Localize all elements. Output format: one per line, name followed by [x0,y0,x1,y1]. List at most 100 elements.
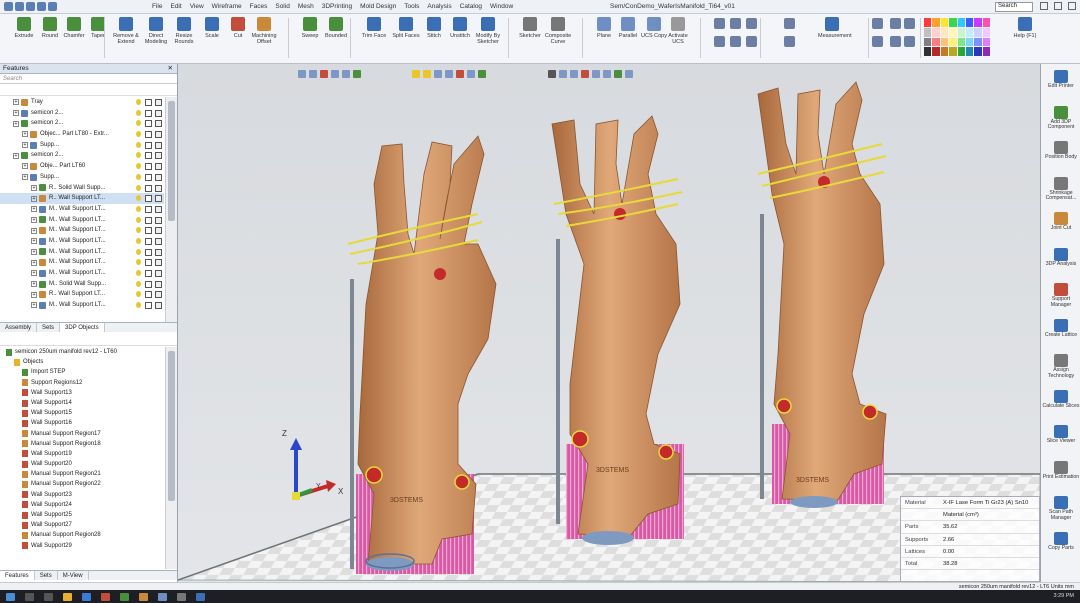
object-row[interactable]: Import STEP [0,367,164,377]
color-swatch[interactable] [924,18,932,27]
feature-row[interactable]: + M.. Wall Support LT... [0,236,164,247]
ribbon-button-activate-ucs[interactable]: Activate UCS [664,17,692,45]
display-checkbox[interactable] [145,302,152,310]
color-swatch[interactable] [965,27,974,37]
visibility-bulb-icon[interactable] [136,152,141,159]
expand-icon[interactable]: + [31,259,37,266]
menu-item-3dprinting[interactable]: 3DPrinting [322,3,352,10]
object-row[interactable]: Manual Support Region22 [0,479,164,489]
color-swatch[interactable] [949,37,957,47]
display-checkbox[interactable] [145,291,152,299]
start-icon[interactable] [6,592,15,601]
tool-icon[interactable] [872,36,883,47]
view-icon[interactable] [331,70,339,78]
object-row[interactable]: Objects [0,357,164,367]
view-icon[interactable] [559,70,567,78]
ribbon-button-trim-face[interactable]: Trim Face [360,17,388,39]
feature-row[interactable]: + M.. Wall Support LT... [0,225,164,236]
menu-item-tools[interactable]: Tools [404,3,419,10]
feature-row[interactable]: + semicon 2... [0,108,164,119]
visibility-bulb-icon[interactable] [136,99,141,105]
view-icon[interactable] [320,70,328,78]
view-icon[interactable] [445,70,453,78]
object-row[interactable]: Wall Support20 [0,459,164,469]
color-swatch[interactable] [949,27,957,37]
view-toolbar-right[interactable] [548,70,633,80]
tool-icon[interactable] [714,36,725,47]
right-tool-add-3dp-component[interactable]: Add 3DP Component [1041,105,1080,132]
right-tool-create-lattice[interactable]: Create Lattice [1041,318,1080,339]
expand-icon[interactable]: + [31,281,37,288]
visibility-bulb-icon[interactable] [136,280,141,287]
menu-item-solid[interactable]: Solid [275,3,289,10]
color-swatch[interactable] [957,18,965,27]
expand-icon[interactable]: + [31,216,37,223]
visibility-bulb-icon[interactable] [136,237,141,244]
feature-row[interactable]: + M.. Wall Support LT... [0,204,164,215]
color-swatch[interactable] [982,47,990,56]
color-swatch[interactable] [949,18,957,27]
visibility-bulb-icon[interactable] [136,216,141,223]
ribbon-button-parallel[interactable]: Parallel [614,17,642,39]
right-tool-shrinkage-compensat[interactable]: Shrinkage Compensat... [1041,176,1080,203]
feature-row[interactable]: + Tray [0,97,164,108]
ribbon-button-extrude[interactable]: Extrude [10,17,38,39]
right-tool-print-estimation[interactable]: Print Estimation [1041,460,1080,481]
object-row[interactable]: Wall Support27 [0,520,164,530]
tool-icon[interactable] [890,18,901,29]
view-icon[interactable] [467,70,475,78]
display-checkbox[interactable] [145,120,152,128]
tab-m-view[interactable]: M-View [58,571,89,580]
color-swatch[interactable] [957,27,965,37]
menu-item-view[interactable]: View [190,3,204,10]
lock-checkbox[interactable] [155,216,162,224]
right-tool-support-manager[interactable]: Support Manager [1041,283,1080,309]
lock-checkbox[interactable] [155,99,162,106]
tab-sets[interactable]: Sets [35,571,58,580]
color-swatch[interactable] [974,47,982,56]
expand-icon[interactable]: + [31,238,37,245]
ribbon-button-taper[interactable]: Taper [84,17,112,39]
view-toolbar-middle[interactable] [412,70,486,80]
feature-row[interactable]: + semicon 2... [0,118,164,129]
visibility-bulb-icon[interactable] [136,184,141,191]
redo-icon[interactable] [48,2,57,11]
lock-checkbox[interactable] [155,109,162,117]
ribbon-button-sketcher[interactable]: Sketcher [516,17,544,39]
visibility-bulb-icon[interactable] [136,120,141,127]
expand-icon[interactable]: + [13,110,19,117]
feature-row[interactable]: + Objec... Part LT80 - Extr... [0,129,164,140]
object-row[interactable]: Wall Support16 [0,418,164,428]
view-icon[interactable] [298,70,306,78]
color-swatch[interactable] [932,27,940,37]
color-swatch[interactable] [924,27,932,37]
color-swatch[interactable] [982,37,990,47]
expand-icon[interactable]: + [31,184,37,191]
app-icon[interactable] [196,592,205,601]
feature-row[interactable]: + M.. Solid Wall Supp... [0,279,164,290]
visibility-bulb-icon[interactable] [136,131,141,138]
ribbon-button-resize-rounds[interactable]: Resize Rounds [170,17,198,45]
display-checkbox[interactable] [145,173,152,181]
right-tool-joint-cut[interactable]: Joint Cut [1041,212,1080,232]
visibility-bulb-icon[interactable] [136,195,141,202]
ribbon-button-composite-curve[interactable]: Composite Curve [544,17,572,45]
expand-icon[interactable]: + [31,227,37,234]
feature-row[interactable]: + R.. Solid Wall Supp... [0,183,164,194]
open-icon[interactable] [15,2,24,11]
ribbon-button-unstitch[interactable]: Unstitch [446,17,474,39]
task-view-icon[interactable] [44,592,53,601]
right-tool-slice-viewer[interactable]: Slice Viewer [1041,425,1080,445]
feature-row[interactable]: + Supp... [0,140,164,151]
tool-icon[interactable] [746,36,757,47]
tool-icon[interactable] [730,18,741,29]
visibility-bulb-icon[interactable] [136,259,141,266]
lock-checkbox[interactable] [155,259,162,267]
display-checkbox[interactable] [145,131,152,139]
visibility-bulb-icon[interactable] [136,205,141,212]
ribbon-button-sweep[interactable]: Sweep [296,17,324,39]
lock-checkbox[interactable] [155,141,162,149]
right-tool-3dp-analysis[interactable]: 3DP Analysis [1041,247,1080,268]
view-icon[interactable] [342,70,350,78]
color-swatch[interactable] [932,37,940,47]
